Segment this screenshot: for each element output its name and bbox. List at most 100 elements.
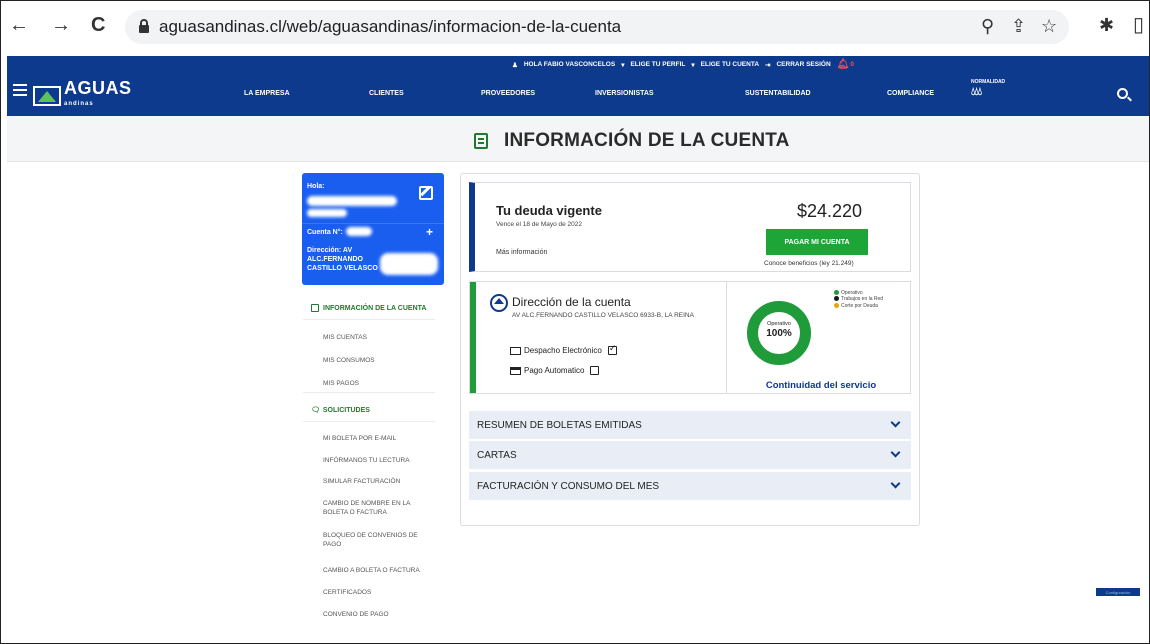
- nav-sustentabilidad[interactable]: SUSTENTABILIDAD: [745, 90, 811, 97]
- accordion-cartas[interactable]: CARTAS: [469, 441, 911, 469]
- logo-subtext: andinas: [64, 101, 94, 107]
- logout-icon: ⇥: [765, 61, 771, 69]
- legend-dot: [834, 302, 839, 308]
- accordion-facturacion[interactable]: FACTURACIÓN Y CONSUMO DEL MES: [469, 472, 911, 500]
- nav-compliance[interactable]: COMPLIANCE: [887, 90, 934, 97]
- extensions-icon[interactable]: ✱: [1099, 15, 1114, 35]
- bell-icon[interactable]: 🔔︎: [837, 59, 850, 70]
- user-greeting: HOLA FABIO VASCONCELOS: [523, 61, 616, 68]
- sidebar-item-convenio-pago[interactable]: CONVENIO DE PAGO: [323, 610, 435, 619]
- debt-amount: $24.220: [797, 201, 863, 221]
- sidebar-item-bloqueo-convenios[interactable]: BLOQUEO DE CONVENIOS DE PAGO: [323, 531, 435, 549]
- nav-proveedores[interactable]: PROVEEDORES: [481, 90, 535, 97]
- accordion-boletas[interactable]: RESUMEN DE BOLETAS EMITIDAS: [469, 411, 911, 439]
- account-menu[interactable]: ELIGE TU CUENTA: [701, 61, 759, 68]
- notification-count: 0: [850, 61, 854, 68]
- chevron-down-icon: ▾: [621, 61, 625, 69]
- logo-mark-icon: [33, 86, 61, 106]
- address-section: Dirección de la cuenta AV ALC.FERNANDO C…: [470, 282, 727, 393]
- accordion-label: CARTAS: [477, 449, 517, 461]
- home-icon: [490, 294, 508, 312]
- edit-icon[interactable]: [419, 186, 433, 200]
- back-icon[interactable]: ←: [9, 15, 29, 35]
- nav-inversionistas[interactable]: INVERSIONISTAS: [595, 90, 654, 97]
- divider: [303, 392, 435, 393]
- profile-menu[interactable]: ELIGE TU PERFIL: [630, 61, 685, 68]
- legend-label: Trabajos en la Red: [841, 296, 884, 303]
- more-info-link[interactable]: Más información: [496, 249, 547, 256]
- electronic-delivery-row: Despacho Electrónico: [510, 343, 617, 355]
- forward-icon[interactable]: →: [51, 15, 71, 35]
- nav-la-empresa[interactable]: LA EMPRESA: [244, 90, 290, 97]
- add-account-icon[interactable]: +: [426, 225, 433, 239]
- service-legend: Operativo Trabajos en la Red Corte por D…: [834, 290, 883, 309]
- divider: [303, 421, 435, 422]
- profile-card: Hola: Cuenta N°: + Dirección: AV ALC.FER…: [302, 173, 444, 285]
- sidebar-item-cambio-nombre[interactable]: CAMBIO DE NOMBRE EN LA BOLETA O FACTURA: [323, 499, 435, 517]
- accordion-label: FACTURACIÓN Y CONSUMO DEL MES: [477, 480, 660, 492]
- page-title: INFORMACIÓN DE LA CUENTA: [504, 130, 790, 151]
- sidebar-item-simular-facturacion[interactable]: SIMULAR FACTURACIÓN: [323, 477, 435, 486]
- address-card: Dirección de la cuenta AV ALC.FERNANDO C…: [469, 281, 911, 394]
- legend-dot: [834, 296, 839, 302]
- nav-clientes[interactable]: CLIENTES: [369, 90, 404, 97]
- sidepanel-icon[interactable]: ▯: [1133, 15, 1144, 35]
- service-status-gauge: Operativo 100%: [747, 301, 811, 365]
- screen: ← → C aguasandinas.cl/web/aguasandinas/i…: [0, 0, 1150, 644]
- zoom-icon[interactable]: ⚲: [981, 16, 994, 37]
- debt-due-date: Vence el 18 de Mayo de 2022: [496, 221, 583, 228]
- gauge-value: 100%: [766, 328, 792, 339]
- auto-pay-row: Pago Automatico: [510, 366, 600, 375]
- address-bar[interactable]: aguasandinas.cl/web/aguasandinas/informa…: [125, 10, 1069, 44]
- sidebar-item-mis-consumos[interactable]: MIS CONSUMOS: [323, 356, 435, 365]
- status-badge: NORMALIDAD: [971, 79, 1006, 85]
- auto-pay-checkbox[interactable]: [590, 366, 600, 375]
- sidebar-item-certificados[interactable]: CERTIFICADOS: [323, 588, 435, 597]
- status-normalidad: NORMALIDAD 💧︎💧︎💧︎: [971, 79, 1005, 99]
- user-icon: ♟: [512, 61, 518, 69]
- account-number-label: Cuenta N°:: [307, 229, 343, 236]
- accordion-label: RESUMEN DE BOLETAS EMITIDAS: [477, 419, 642, 431]
- chevron-down-icon: ▾: [691, 61, 695, 69]
- address-title: Dirección de la cuenta: [512, 295, 631, 309]
- reload-icon[interactable]: C: [91, 15, 105, 35]
- pay-account-button[interactable]: PAGAR MI CUENTA: [766, 229, 868, 255]
- share-icon[interactable]: ⇪: [1011, 16, 1026, 37]
- legend-dot: [834, 290, 839, 295]
- account-info-icon: [311, 304, 319, 312]
- account-info-icon: [474, 133, 488, 149]
- redacted-account-number: [346, 227, 372, 236]
- legend-label: Operativo: [841, 289, 863, 296]
- logout-link[interactable]: CERRAR SESIÓN: [776, 61, 830, 68]
- sidebar-item-boleta-email[interactable]: MI BOLETA POR E-MAIL: [323, 434, 435, 443]
- hamburger-menu-icon[interactable]: [13, 84, 27, 96]
- debt-title: Tu deuda vigente: [496, 203, 602, 218]
- sidebar-item-cambio-boleta-factura[interactable]: CAMBIO A BOLETA O FACTURA: [323, 566, 435, 575]
- auto-pay-label: Pago Automatico: [524, 366, 585, 375]
- chevron-down-icon: [890, 447, 901, 458]
- water-drops-icon: 💧︎💧︎💧︎: [971, 86, 982, 98]
- redacted-address: [380, 253, 438, 275]
- url-text[interactable]: aguasandinas.cl/web/aguasandinas/informa…: [159, 17, 621, 37]
- chat-icon: 🗨︎: [311, 407, 320, 414]
- chevron-down-icon: [890, 417, 901, 428]
- divider: [303, 319, 435, 320]
- star-icon[interactable]: ☆: [1041, 16, 1057, 37]
- logo-text: AGUAS: [64, 78, 132, 98]
- mail-icon: [510, 346, 521, 355]
- sidebar-section-info[interactable]: INFORMACIÓN DE LA CUENTA: [311, 304, 426, 312]
- sidebar-item-mis-cuentas[interactable]: MIS CUENTAS: [323, 333, 435, 342]
- sidebar-item-mis-pagos[interactable]: MIS PAGOS: [323, 379, 435, 388]
- address-line: AV ALC.FERNANDO CASTILLO VELASCO 6933-B,…: [512, 312, 694, 319]
- credit-card-icon: [510, 366, 521, 375]
- search-icon[interactable]: [1117, 88, 1128, 99]
- cookie-settings-button[interactable]: Configuración: [1096, 588, 1140, 596]
- gauge-label: Operativo: [767, 321, 791, 327]
- electronic-delivery-checkbox[interactable]: [607, 343, 617, 355]
- aguas-andinas-logo[interactable]: AGUAS andinas: [33, 78, 132, 112]
- legend-label: Corte por Deuda: [841, 302, 878, 309]
- benefits-link[interactable]: Conoce beneficios (ley 21.249): [764, 260, 854, 267]
- sidebar-item-informanos-lectura[interactable]: INFÓRMANOS TU LECTURA: [323, 456, 435, 465]
- site-header: ♟ HOLA FABIO VASCONCELOS ▾ ELIGE TU PERF…: [7, 56, 1149, 116]
- sidebar-section-requests[interactable]: 🗨︎ SOLICITUDES: [311, 406, 370, 414]
